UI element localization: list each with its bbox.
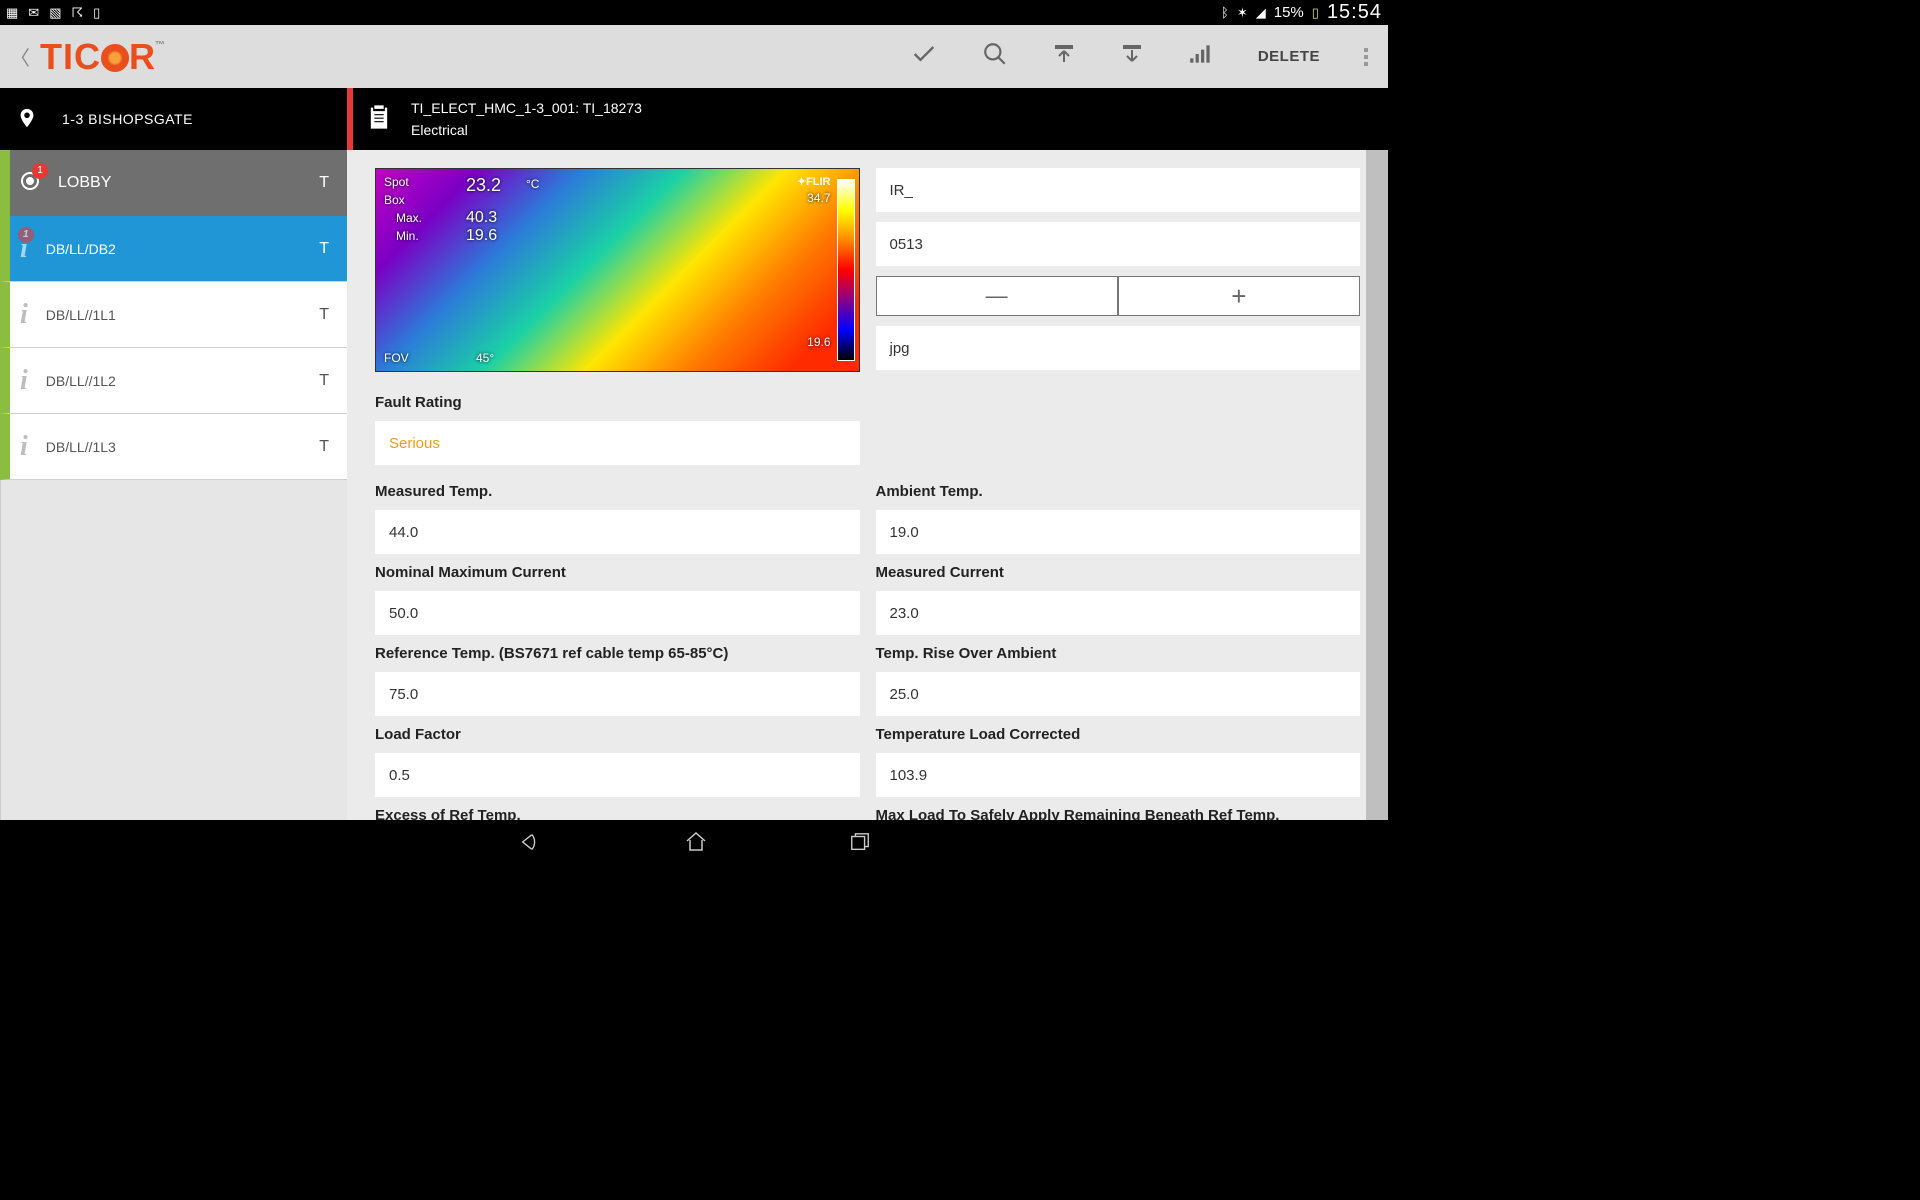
measured-temp-input[interactable]: 44.0 — [375, 510, 860, 554]
sidebar-item-1[interactable]: i DB/LL//1L1 T — [0, 282, 347, 348]
max-load-safe-label: Max Load To Safely Apply Remaining Benea… — [876, 807, 1361, 820]
flir-logo: ✦FLIR — [797, 175, 831, 188]
ref-temp-input[interactable]: 75.0 — [375, 672, 860, 716]
android-status-bar: ▦ ✉ ▧ ☈ ▯ ᛒ ✶ ◢ 15% ▯ 15:54 — [0, 0, 1388, 25]
nom-max-current-input[interactable]: 50.0 — [375, 591, 860, 635]
sidebar-item-type: T — [319, 240, 329, 258]
item-badge: 1 — [18, 227, 34, 243]
nav-back-icon[interactable] — [516, 831, 544, 858]
sidebar-item-2[interactable]: i DB/LL//1L2 T — [0, 348, 347, 414]
location-pin-icon — [16, 104, 38, 135]
rise-over-ambient-label: Temp. Rise Over Ambient — [876, 645, 1361, 662]
back-icon[interactable]: 〈 — [10, 42, 30, 71]
confirm-icon[interactable] — [910, 40, 938, 73]
record-title: TI_ELECT_HMC_1-3_001: TI_18273 — [411, 100, 642, 116]
wifi-icon: ◢ — [1256, 5, 1266, 21]
record-header: TI_ELECT_HMC_1-3_001: TI_18273 Electrica… — [347, 88, 1388, 150]
clipboard-icon — [365, 100, 393, 139]
info-icon: i1 — [20, 233, 28, 265]
thermal-scale-top: 34.7 — [807, 191, 830, 205]
filename-number-input[interactable]: 0513 — [876, 222, 1361, 266]
ref-temp-label: Reference Temp. (BS7671 ref cable temp 6… — [375, 645, 860, 662]
location-name: 1-3 BISHOPSGATE — [62, 111, 193, 127]
thermal-scale-bottom: 19.6 — [807, 335, 830, 349]
stepper-minus-button[interactable]: — — [876, 276, 1118, 316]
thermal-max-label: Max. — [396, 211, 422, 225]
ambient-temp-input[interactable]: 19.0 — [876, 510, 1361, 554]
thermal-scale — [837, 179, 855, 361]
bluetooth-icon: ᛒ — [1221, 5, 1229, 20]
sidebar-item-label: DB/LL//1L1 — [46, 307, 116, 323]
number-stepper: — + — [876, 276, 1361, 316]
nav-home-icon[interactable] — [684, 830, 708, 859]
thermal-box-label: Box — [384, 193, 405, 207]
measured-temp-label: Measured Temp. — [375, 483, 860, 500]
lobby-label: LOBBY — [58, 174, 111, 192]
excess-ref-label: Excess of Ref Temp. — [375, 807, 860, 820]
thermal-spot-label: Spot — [384, 175, 409, 189]
battery-icon: ▯ — [1312, 5, 1319, 21]
lobby-badge: 1 — [32, 163, 48, 179]
brand-logo: TICR™ — [40, 36, 156, 78]
filename-prefix-input[interactable]: IR_ — [876, 168, 1361, 212]
lobby-type: T — [319, 174, 329, 192]
content-pane: TI_ELECT_HMC_1-3_001: TI_18273 Electrica… — [347, 88, 1388, 820]
nom-max-current-label: Nominal Maximum Current — [375, 564, 860, 581]
mail-icon: ✉ — [28, 5, 39, 21]
measured-current-input[interactable]: 23.0 — [876, 591, 1361, 635]
load-factor-input[interactable]: 0.5 — [375, 753, 860, 797]
overflow-menu-icon[interactable] — [1364, 48, 1368, 66]
search-icon[interactable] — [982, 41, 1008, 72]
sidebar: 1-3 BISHOPSGATE 1 LOBBY T i1 DB/LL/DB2 T… — [0, 88, 347, 820]
ambient-temp-label: Ambient Temp. — [876, 483, 1361, 500]
app-bar: 〈 TICR™ DELETE — [0, 25, 1388, 88]
home-icon: ▦ — [6, 5, 18, 21]
thermal-spot-value: 23.2 — [466, 175, 501, 196]
stepper-plus-button[interactable]: + — [1118, 276, 1360, 316]
thermal-min-label: Min. — [396, 229, 419, 243]
thermal-unit: °C — [526, 177, 539, 191]
record-category: Electrical — [411, 122, 642, 138]
thermal-fov-label: FOV — [384, 351, 409, 365]
info-icon: i — [20, 365, 28, 397]
load-factor-label: Load Factor — [375, 726, 860, 743]
sidebar-item-3[interactable]: i DB/LL//1L3 T — [0, 414, 347, 480]
sidebar-item-label: DB/LL//1L3 — [46, 439, 116, 455]
sidebar-item-type: T — [319, 372, 329, 390]
delete-button[interactable]: DELETE — [1258, 48, 1320, 65]
thermal-image[interactable]: Spot Box Max. Min. 23.2 °C 40.3 19.6 ✦FL… — [375, 168, 860, 372]
temp-load-corrected-label: Temperature Load Corrected — [876, 726, 1361, 743]
thermal-min-value: 19.6 — [466, 227, 497, 245]
download-icon[interactable] — [1120, 42, 1144, 71]
device-icon: ▯ — [93, 5, 100, 21]
filename-ext-input[interactable]: jpg — [876, 326, 1361, 370]
battery-percent: 15% — [1274, 4, 1304, 21]
rise-over-ambient-input[interactable]: 25.0 — [876, 672, 1361, 716]
vibrate-icon: ✶ — [1237, 5, 1248, 21]
fault-rating-label: Fault Rating — [375, 394, 860, 411]
thermal-fov-value: 45° — [476, 351, 494, 365]
fault-rating-value[interactable]: Serious — [375, 421, 860, 465]
info-icon: i — [20, 431, 28, 463]
measured-current-label: Measured Current — [876, 564, 1361, 581]
sidebar-item-type: T — [319, 306, 329, 324]
image-icon: ▧ — [49, 5, 61, 21]
nav-recent-icon[interactable] — [848, 831, 872, 858]
signal-icon[interactable] — [1188, 41, 1214, 72]
sidebar-item-0[interactable]: i1 DB/LL/DB2 T — [0, 216, 347, 282]
clock: 15:54 — [1327, 1, 1382, 24]
upload-icon[interactable] — [1052, 42, 1076, 71]
info-icon: i — [20, 299, 28, 331]
sync-icon: ☈ — [72, 5, 84, 21]
temp-load-corrected-input[interactable]: 103.9 — [876, 753, 1361, 797]
sidebar-lobby[interactable]: 1 LOBBY T — [0, 150, 347, 216]
thermal-max-value: 40.3 — [466, 209, 497, 227]
android-nav-bar — [0, 820, 1388, 868]
sidebar-item-label: DB/LL//1L2 — [46, 373, 116, 389]
target-icon: 1 — [18, 169, 42, 198]
location-header[interactable]: 1-3 BISHOPSGATE — [0, 88, 347, 150]
sidebar-item-type: T — [319, 438, 329, 456]
sidebar-item-label: DB/LL/DB2 — [46, 241, 116, 257]
